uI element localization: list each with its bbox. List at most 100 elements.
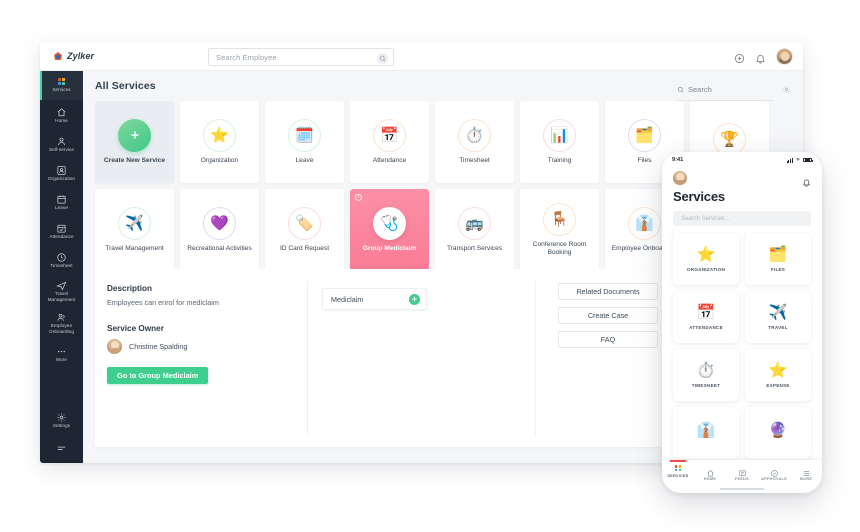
stopwatch-emoji-icon: ⏱️ bbox=[696, 361, 716, 379]
search-input[interactable]: Search bbox=[677, 80, 773, 101]
sidebar-item-leave[interactable]: Leave bbox=[40, 187, 83, 216]
service-card-organization[interactable]: ⭐ Organization bbox=[180, 101, 259, 183]
top-bar: Zylker Search Employee bbox=[40, 42, 803, 71]
presentation-emoji-icon: 📊 bbox=[543, 118, 576, 152]
sidebar-item-label: Home bbox=[55, 118, 68, 124]
phone-header bbox=[662, 168, 822, 187]
approvals-icon bbox=[770, 465, 779, 477]
wifi-icon bbox=[795, 156, 801, 164]
phone-nav-label: MORE bbox=[799, 476, 813, 481]
service-card-transport-services[interactable]: 🚌 Transport Services bbox=[435, 189, 514, 271]
calendar-glyph: 🗓️ bbox=[295, 126, 314, 144]
phone-nav-more[interactable]: MORE bbox=[791, 465, 821, 481]
chair-emoji-icon: 🪑 bbox=[543, 202, 576, 236]
stopwatch-emoji-icon: ⏱️ bbox=[458, 118, 491, 152]
go-to-service-button[interactable]: Go to Group Mediclaim bbox=[107, 367, 209, 384]
sidebar-item-label: Employee Onboarding bbox=[49, 323, 74, 334]
gear-icon[interactable] bbox=[782, 81, 791, 93]
sidebar-item-home[interactable]: Home bbox=[40, 100, 83, 129]
service-card-leave[interactable]: 🗓️ Leave bbox=[265, 101, 344, 183]
page-header: All Services Search bbox=[83, 71, 803, 101]
phone-tile-travel[interactable]: ✈️ TRAVEL bbox=[745, 291, 811, 343]
service-card-group-mediclaim[interactable]: i 🩺 Group Mediclaim bbox=[350, 189, 429, 271]
zylker-logo[interactable]: Zylker bbox=[52, 50, 172, 62]
folder-emoji-icon: 🗂️ bbox=[768, 245, 788, 263]
presentation-glyph: 📊 bbox=[550, 126, 569, 144]
airplane-emoji-icon: ✈️ bbox=[768, 303, 788, 321]
sidebar-item-organization[interactable]: Organization bbox=[40, 158, 83, 187]
faq-button[interactable]: FAQ bbox=[558, 331, 658, 348]
related-documents-button[interactable]: Related Documents bbox=[558, 283, 658, 300]
calendar-check-glyph: 📅 bbox=[380, 126, 399, 144]
bus-glyph: 🚌 bbox=[465, 214, 484, 232]
search-icon bbox=[677, 80, 684, 98]
bell-icon[interactable] bbox=[755, 51, 766, 64]
sidebar-item-label: Services bbox=[52, 87, 71, 93]
organization-icon bbox=[56, 163, 67, 175]
phone-nav-approvals[interactable]: APPROVALS bbox=[759, 465, 789, 481]
phone-tile-attendance[interactable]: 📅 ATTENDANCE bbox=[673, 291, 739, 343]
plus-icon bbox=[118, 118, 151, 152]
sidebar-item-more[interactable]: More bbox=[40, 338, 83, 367]
sidebar-item-travel-management[interactable]: Travel Management bbox=[40, 274, 83, 306]
feeds-icon bbox=[738, 465, 747, 476]
avatar[interactable] bbox=[776, 48, 793, 65]
service-card-attendance[interactable]: 📅 Attendance bbox=[350, 101, 429, 183]
phone-tile-organization[interactable]: ⭐ ORGANIZATION bbox=[673, 233, 739, 285]
phone-tile-help-partial[interactable]: 🔮 bbox=[745, 407, 811, 459]
service-card-create-new-service[interactable]: Create New Service bbox=[95, 101, 174, 183]
plus-circle-icon[interactable] bbox=[734, 51, 745, 64]
service-card-label: Attendance bbox=[372, 156, 407, 164]
sidebar-item-self-service[interactable]: Self-service bbox=[40, 129, 83, 158]
phone-tile-onboarding-partial[interactable]: 👔 bbox=[673, 407, 739, 459]
create-case-button[interactable]: Create Case bbox=[558, 307, 658, 324]
clock-icon bbox=[56, 250, 67, 262]
person-icon bbox=[56, 134, 67, 146]
calendar-check-emoji-icon: 📅 bbox=[373, 118, 406, 152]
calendar-check-emoji-icon: 📅 bbox=[696, 303, 716, 321]
sidebar-item-label: Settings bbox=[52, 423, 71, 429]
service-owner-name: Christine Spalding bbox=[129, 342, 188, 351]
service-card-label: Training bbox=[547, 156, 572, 164]
service-card-training[interactable]: 📊 Training bbox=[520, 101, 599, 183]
service-card-conference-room-booking[interactable]: 🪑 Conference Room Booking bbox=[520, 189, 599, 271]
star-glyph: ⭐ bbox=[210, 126, 229, 144]
phone-home-indicator bbox=[720, 488, 764, 490]
sidebar-item-timesheet[interactable]: Timesheet bbox=[40, 245, 83, 274]
star-emoji-icon: ⭐ bbox=[696, 245, 716, 263]
sidebar: Services Home Self-service Organization bbox=[40, 71, 83, 463]
service-card-id-card-request[interactable]: 🏷️ ID Card Request bbox=[265, 189, 344, 271]
trophy-glyph: 🏆 bbox=[720, 131, 739, 148]
sidebar-item-services[interactable]: Services bbox=[40, 71, 83, 100]
phone-nav-home[interactable]: HOME bbox=[695, 465, 725, 481]
phone-search-input[interactable]: Search Services... bbox=[673, 211, 811, 226]
grid-dots-icon bbox=[57, 77, 66, 86]
sidebar-item-attendance[interactable]: Attendance bbox=[40, 216, 83, 245]
service-card-recreational-activities[interactable]: 💜 Recreational Activities bbox=[180, 189, 259, 271]
service-card-travel-management[interactable]: ✈️ Travel Management bbox=[95, 189, 174, 271]
avatar[interactable] bbox=[673, 171, 687, 185]
sidebar-item-label: Attendance bbox=[49, 234, 74, 240]
sidebar-collapse-button[interactable] bbox=[40, 434, 83, 463]
search-icon[interactable] bbox=[377, 52, 388, 64]
sidebar-item-employee-onboarding[interactable]: Employee Onboarding bbox=[40, 306, 83, 338]
phone-tile-timesheet[interactable]: ⏱️ TIMESHEET bbox=[673, 349, 739, 401]
plus-icon[interactable]: + bbox=[409, 293, 420, 305]
bell-icon[interactable] bbox=[802, 174, 811, 187]
service-card-timesheet[interactable]: ⏱️ Timesheet bbox=[435, 101, 514, 183]
sub-service-mediclaim[interactable]: Mediclaim + bbox=[322, 288, 427, 310]
airplane-glyph: ✈️ bbox=[125, 214, 144, 232]
ellipsis-icon bbox=[56, 344, 67, 355]
sub-service-label: Mediclaim bbox=[331, 294, 364, 304]
globe-heart-glyph: 💜 bbox=[210, 214, 229, 232]
bus-emoji-icon: 🚌 bbox=[458, 206, 491, 240]
phone-tile-expense[interactable]: ⭐ EXPENSE bbox=[745, 349, 811, 401]
search-employee-field[interactable]: Search Employee bbox=[208, 48, 394, 66]
phone-nav-label: SERVICES bbox=[667, 473, 689, 479]
phone-tile-files[interactable]: 🗂️ FILES bbox=[745, 233, 811, 285]
info-icon[interactable]: i bbox=[355, 194, 362, 201]
medical-kit-emoji-icon: 🩺 bbox=[373, 206, 406, 240]
phone-nav-services[interactable]: SERVICES bbox=[663, 465, 693, 478]
phone-nav-feeds[interactable]: FEEDS bbox=[727, 465, 757, 481]
sidebar-item-settings[interactable]: Settings bbox=[40, 405, 83, 434]
